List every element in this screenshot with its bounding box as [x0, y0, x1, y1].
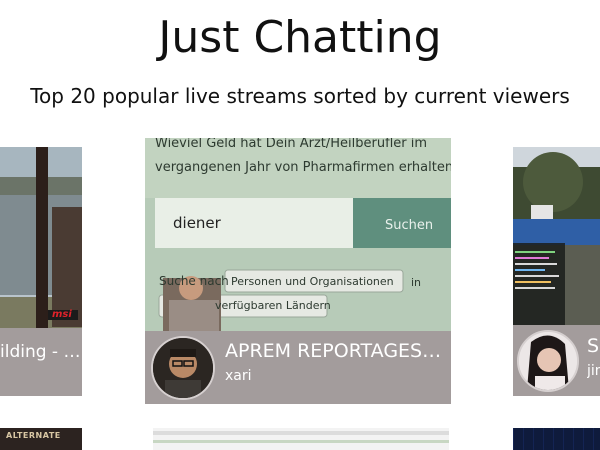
page-title: Just Chatting [158, 12, 442, 63]
stream-chat-overlay [515, 247, 563, 317]
stream-title: S [587, 335, 600, 357]
stream-card-row2-center[interactable] [153, 428, 449, 450]
stream-title: ilding - … [0, 342, 81, 362]
thumbnail-search-value: diener [173, 214, 221, 232]
stream-card-center[interactable]: Wieviel Geld hat Dein Arzt/Heilberufler … [145, 138, 451, 404]
stream-thumbnail: msi [0, 147, 82, 328]
stream-info: APREM REPORTAGES… xari [145, 331, 451, 404]
stream-card-row2-right[interactable] [513, 428, 600, 450]
thumbnail-select-2: verfügbaren Ländern [215, 299, 331, 312]
stream-thumbnail: Wieviel Geld hat Dein Arzt/Heilberufler … [145, 138, 451, 331]
stream-info: ilding - … [0, 328, 82, 396]
streamer-name: xari [225, 368, 252, 384]
row2-left-thumb-text: ALTERNATE [6, 431, 61, 440]
thumbnail-search-label: Suche nach [159, 274, 229, 288]
stream-title: APREM REPORTAGES… [225, 340, 442, 362]
thumbnail-select-1-suffix: in [411, 276, 422, 289]
streamer-name: jin [587, 363, 600, 379]
row2-center-tab-strip [153, 440, 449, 443]
stream-card-row2-left[interactable]: ALTERNATE [0, 428, 82, 450]
thumbnail-select-1: Personen und Organisationen [231, 275, 394, 288]
page-subtitle: Top 20 popular live streams sorted by cu… [30, 84, 570, 108]
row2-center-browser-bar [153, 431, 449, 435]
thumbnail-search-button: Suchen [385, 218, 434, 233]
streamer-avatar [151, 336, 215, 400]
msi-logo: msi [52, 309, 72, 320]
thumbnail-heading-line1: Wieviel Geld hat Dein Arzt/Heilberufler … [155, 138, 428, 151]
stream-thumbnail [513, 147, 600, 325]
stream-card-left[interactable]: msi ilding - … [0, 147, 82, 396]
row2-right-grid [513, 428, 600, 450]
stream-info: S jin [513, 325, 600, 396]
stream-card-right[interactable]: S jin [513, 147, 600, 396]
thumbnail-heading-line2: vergangenen Jahr von Pharmafirmen erhalt… [155, 160, 451, 175]
streamer-avatar [517, 330, 579, 392]
